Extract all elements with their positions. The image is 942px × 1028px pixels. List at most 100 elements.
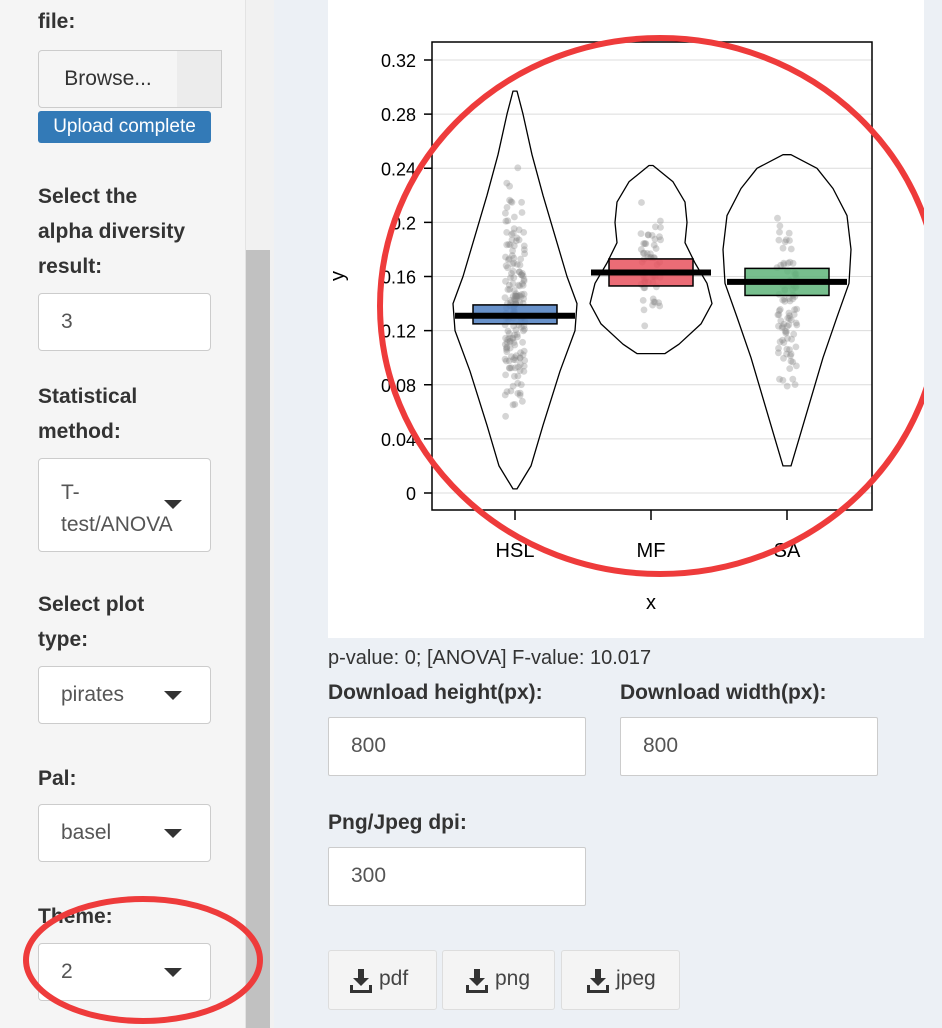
y-axis: 00.040.080.120.160.20.240.280.32 <box>381 51 432 504</box>
statistical-method-select[interactable]: T- test/ANOVA <box>38 458 211 552</box>
raw-point <box>650 241 658 249</box>
raw-point <box>520 327 527 335</box>
raw-point <box>783 328 790 336</box>
download-jpeg-button[interactable]: jpeg <box>561 950 680 1010</box>
method-label-line-2: method: <box>38 420 121 443</box>
raw-point <box>783 382 791 390</box>
raw-point <box>516 268 523 276</box>
raw-point <box>518 209 526 216</box>
raw-point <box>513 234 521 242</box>
method-value-line-2: test/ANOVA <box>61 513 173 536</box>
raw-point <box>520 368 528 375</box>
raw-point <box>502 262 510 270</box>
file-input-label: file: <box>38 10 76 33</box>
y-tick-label: 0.28 <box>381 105 416 125</box>
alpha-diversity-value: 3 <box>61 310 73 333</box>
raw-point <box>638 199 645 206</box>
download-width-label: Download width(px): <box>620 681 827 704</box>
download-icon <box>587 969 609 993</box>
raw-point <box>779 296 787 304</box>
raw-point <box>513 331 521 338</box>
raw-point <box>779 244 787 252</box>
download-pdf-button[interactable]: pdf <box>328 950 437 1010</box>
raw-point <box>517 360 524 368</box>
alpha-diversity-label: Select the alpha diversity result: <box>38 179 185 284</box>
raw-point <box>782 236 790 244</box>
raw-point <box>504 217 512 225</box>
theme-value: 2 <box>61 960 73 983</box>
download-png-button[interactable]: png <box>442 950 555 1010</box>
raw-point <box>506 344 514 352</box>
raw-point <box>503 179 511 187</box>
raw-point <box>775 236 783 244</box>
file-name-field[interactable] <box>177 50 222 108</box>
raw-point <box>785 229 793 237</box>
raw-point <box>506 241 514 249</box>
raw-point <box>516 391 524 399</box>
y-tick-label: 0.12 <box>381 322 416 342</box>
raw-point <box>504 327 512 335</box>
download-width-value: 800 <box>643 734 679 757</box>
alpha-label-line-3: result: <box>38 255 103 278</box>
download-jpeg-label: jpeg <box>616 967 656 990</box>
x-axis: HSL MF SA <box>496 510 801 562</box>
raw-point <box>502 371 509 379</box>
raw-point <box>791 381 799 388</box>
raw-point <box>787 350 795 358</box>
raw-point <box>520 295 527 303</box>
raw-point <box>510 259 518 267</box>
raw-point <box>511 213 518 221</box>
raw-point <box>642 240 650 248</box>
plot-type-value: pirates <box>61 683 125 706</box>
raw-point <box>516 354 524 362</box>
chevron-down-icon <box>164 968 182 977</box>
raw-point <box>502 412 509 420</box>
plot-type-label: Select plot type: <box>38 587 144 657</box>
y-tick-label: 0 <box>406 484 416 504</box>
sidebar: file: Browse... Upload complete Select t… <box>0 0 274 1028</box>
raw-point <box>776 228 783 236</box>
raw-point <box>788 335 795 343</box>
raw-point <box>518 198 525 206</box>
y-axis-label: y <box>328 271 349 281</box>
raw-point <box>640 306 648 314</box>
y-tick-label: 0.08 <box>381 376 416 396</box>
raw-point <box>793 362 800 370</box>
raw-point <box>508 270 515 277</box>
raw-point <box>792 343 800 351</box>
plot-type-select[interactable]: pirates <box>38 666 211 724</box>
raw-point <box>509 401 517 409</box>
theme-select[interactable]: 2 <box>38 943 211 1001</box>
raw-point <box>637 230 645 238</box>
raw-point <box>639 297 647 304</box>
download-height-input[interactable]: 800 <box>328 717 586 776</box>
raw-point <box>502 253 509 261</box>
raw-point <box>775 311 783 318</box>
scrollbar-thumb[interactable] <box>246 250 270 1028</box>
chevron-down-icon <box>164 829 182 838</box>
method-value-line-1: T- <box>61 481 80 504</box>
alpha-diversity-input[interactable]: 3 <box>38 293 211 351</box>
raw-point <box>510 356 517 363</box>
download-icon <box>350 969 372 993</box>
raw-point <box>519 338 526 346</box>
plot-type-label-line-1: Select plot <box>38 593 145 616</box>
download-height-label: Download height(px): <box>328 681 543 704</box>
download-pdf-label: pdf <box>379 967 409 990</box>
raw-point <box>787 245 795 253</box>
dpi-input[interactable]: 300 <box>328 847 586 906</box>
browse-button[interactable]: Browse... <box>38 50 178 108</box>
raw-point <box>508 198 516 206</box>
raw-point <box>505 364 513 372</box>
raw-point <box>519 397 526 405</box>
theme-label: Theme: <box>38 905 113 928</box>
raw-point <box>508 252 516 259</box>
pal-select[interactable]: basel <box>38 804 211 862</box>
statistical-method-value: T- test/ANOVA <box>61 477 173 541</box>
alpha-label-line-1: Select the <box>38 185 138 208</box>
raw-point <box>519 282 527 289</box>
raw-point <box>502 209 509 217</box>
raw-point <box>779 376 787 384</box>
download-width-input[interactable]: 800 <box>620 717 878 776</box>
raw-point <box>775 349 782 357</box>
